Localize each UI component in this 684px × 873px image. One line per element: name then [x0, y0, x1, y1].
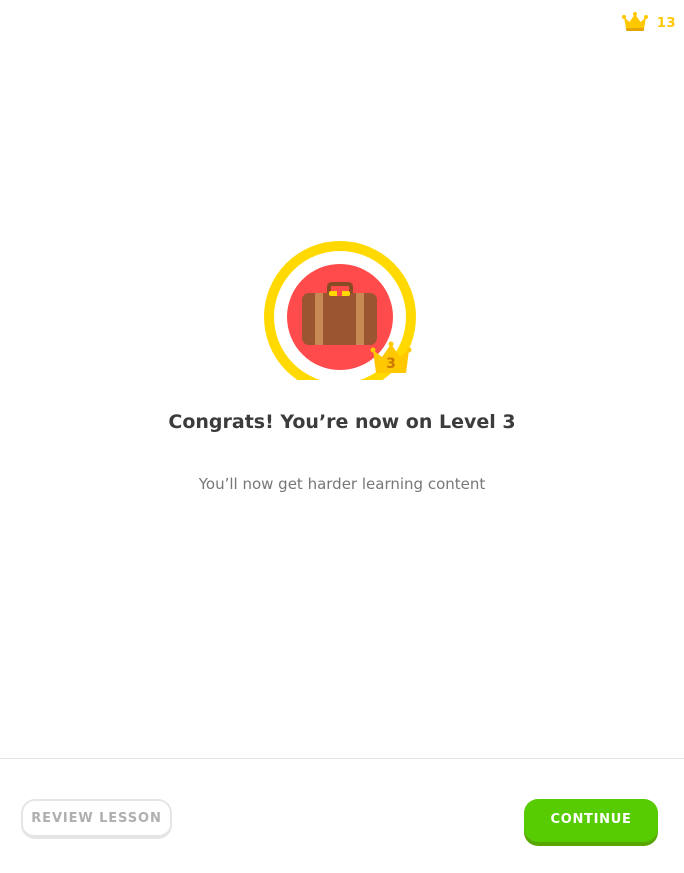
suitcase-icon — [302, 282, 377, 345]
badge-level-number: 3 — [386, 356, 396, 372]
continue-button[interactable]: CONTINUE — [524, 799, 658, 842]
congrats-title: Congrats! You’re now on Level 3 — [168, 411, 516, 433]
crown-counter[interactable]: 13 — [621, 11, 676, 36]
review-lesson-button[interactable]: REVIEW LESSON — [21, 799, 172, 839]
crown-count: 13 — [656, 16, 676, 31]
crown-icon — [621, 11, 648, 36]
level-badge: 3 — [263, 240, 418, 393]
congrats-subtitle: You’ll now get harder learning content — [198, 475, 486, 493]
footer-divider — [0, 758, 684, 759]
